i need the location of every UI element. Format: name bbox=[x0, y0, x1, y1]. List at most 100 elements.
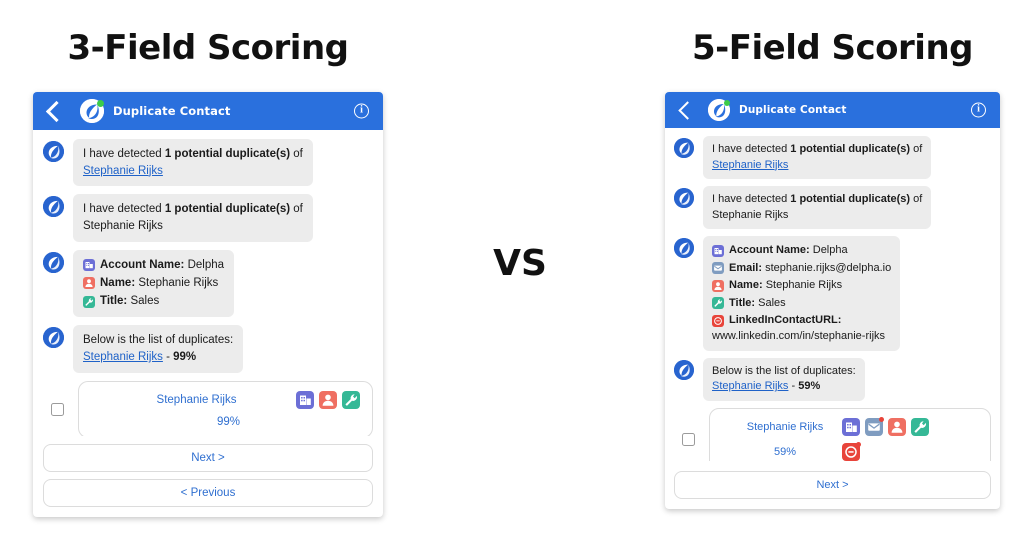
navigation-buttons: Next > bbox=[665, 461, 1000, 509]
field-value: Delpha bbox=[812, 244, 848, 257]
bot-avatar-icon bbox=[674, 138, 694, 158]
linkedin-icon bbox=[712, 314, 724, 327]
field-badges-secondary bbox=[842, 441, 861, 461]
name-icon bbox=[888, 417, 906, 436]
duplicate-link[interactable]: Stephanie Rijks bbox=[83, 351, 163, 363]
navigation-buttons: Next > < Previous bbox=[33, 436, 383, 517]
field-row: Title: Sales bbox=[712, 295, 891, 312]
duplicate-card-name[interactable]: Stephanie Rijks bbox=[91, 394, 296, 406]
chat-message: I have detected 1 potential duplicate(s)… bbox=[674, 136, 991, 180]
contact-link[interactable]: Stephanie Rijks bbox=[83, 165, 163, 177]
field-label: Account Name: bbox=[100, 258, 185, 271]
message-bold: 1 potential duplicate(s) bbox=[164, 148, 291, 160]
duplicate-card[interactable]: Stephanie Rijks bbox=[709, 407, 991, 461]
field-value: Stephanie Rijks bbox=[765, 279, 843, 292]
title-icon bbox=[712, 297, 724, 310]
field-value: Delpha bbox=[187, 258, 225, 271]
info-icon[interactable]: i bbox=[971, 102, 986, 118]
field-label: LinkedInContactURL: bbox=[729, 314, 842, 327]
contact-name-text: Stephanie Rijks bbox=[712, 208, 789, 221]
duplicates-list-bubble: Below is the list of duplicates: Stephan… bbox=[73, 325, 244, 373]
page-title-left: 3-Field Scoring bbox=[67, 28, 349, 68]
chat-message: I have detected 1 potential duplicate(s)… bbox=[43, 139, 373, 187]
field-summary-bubble: Account Name: Delpha Email: stephanie.ri… bbox=[703, 236, 901, 351]
message-prefix: I have detected bbox=[83, 148, 165, 160]
linkedin-url-value: www.linkedin.com/in/stephanie-rijks bbox=[712, 329, 886, 342]
next-button[interactable]: Next > bbox=[674, 471, 991, 499]
separator: - bbox=[788, 380, 799, 393]
field-label: Title: bbox=[729, 296, 756, 309]
linkedin-icon bbox=[842, 441, 861, 461]
status-dot bbox=[97, 100, 104, 107]
title-icon bbox=[83, 295, 95, 308]
contact-name-text: Stephanie Rijks bbox=[83, 220, 163, 233]
chat-transcript: I have detected 1 potential duplicate(s)… bbox=[33, 130, 383, 436]
notification-dot bbox=[879, 416, 884, 422]
duplicate-result-row: Stephanie Rijks bbox=[43, 380, 373, 436]
field-label: Name: bbox=[729, 279, 763, 292]
previous-button[interactable]: < Previous bbox=[43, 479, 373, 507]
status-dot bbox=[724, 100, 730, 106]
account-icon bbox=[842, 417, 860, 436]
field-row: Title: Sales bbox=[83, 293, 224, 310]
chat-message: Below is the list of duplicates: Stephan… bbox=[43, 325, 373, 373]
message-bubble: I have detected 1 potential duplicate(s)… bbox=[703, 186, 932, 230]
title-icon bbox=[342, 390, 360, 409]
message-bubble: I have detected 1 potential duplicate(s)… bbox=[73, 139, 313, 187]
page-title-right: 5-Field Scoring bbox=[691, 28, 974, 68]
select-duplicate-checkbox[interactable] bbox=[51, 402, 64, 416]
duplicate-card-score: 59% bbox=[773, 445, 797, 458]
panel-five-field-scoring: Duplicate Contact i I have detected 1 po… bbox=[665, 92, 1000, 509]
duplicate-card-name[interactable]: Stephanie Rijks bbox=[722, 421, 842, 433]
title-icon bbox=[911, 417, 929, 436]
message-suffix: of bbox=[290, 203, 303, 216]
chat-transcript: I have detected 1 potential duplicate(s)… bbox=[665, 128, 1000, 461]
field-label: Email: bbox=[729, 261, 763, 274]
chat-message: I have detected 1 potential duplicate(s)… bbox=[674, 186, 991, 230]
field-row: Name: Stephanie Rijks bbox=[712, 277, 891, 294]
chat-message: Account Name: Delpha Email: stephanie.ri… bbox=[674, 236, 991, 351]
name-icon bbox=[83, 277, 95, 290]
app-title: Duplicate Contact bbox=[113, 104, 231, 118]
field-row: LinkedInContactURL: bbox=[712, 312, 891, 329]
message-bold: 1 potential duplicate(s) bbox=[164, 203, 291, 216]
field-row: Email: stephanie.rijks@delpha.io bbox=[712, 260, 891, 277]
message-prefix: I have detected bbox=[712, 143, 791, 155]
name-icon bbox=[319, 390, 337, 409]
chat-message: Below is the list of duplicates: Stephan… bbox=[674, 357, 991, 401]
field-label: Title: bbox=[100, 295, 128, 308]
app-title: Duplicate Contact bbox=[739, 104, 847, 116]
field-row: Account Name: Delpha bbox=[83, 257, 224, 274]
duplicate-result-row: Stephanie Rijks bbox=[674, 407, 991, 461]
field-badges bbox=[842, 416, 929, 436]
next-button[interactable]: Next > bbox=[43, 444, 373, 472]
contact-link[interactable]: Stephanie Rijks bbox=[712, 159, 788, 171]
info-icon[interactable]: i bbox=[354, 103, 369, 119]
field-value: stephanie.rijks@delpha.io bbox=[765, 261, 892, 274]
select-duplicate-checkbox[interactable] bbox=[682, 432, 695, 446]
back-chevron-icon[interactable] bbox=[45, 100, 68, 122]
message-suffix: of bbox=[910, 143, 923, 155]
match-score: 99% bbox=[173, 351, 197, 364]
bot-avatar-icon bbox=[43, 196, 64, 218]
vs-label: VS bbox=[493, 243, 547, 284]
email-icon bbox=[865, 416, 884, 436]
field-value: Sales bbox=[130, 295, 160, 308]
email-icon bbox=[712, 262, 724, 275]
message-suffix: of bbox=[290, 148, 303, 160]
duplicate-link[interactable]: Stephanie Rijks bbox=[712, 380, 788, 392]
duplicates-heading: Below is the list of duplicates: bbox=[712, 364, 856, 377]
field-value: Sales bbox=[758, 296, 786, 309]
duplicate-card[interactable]: Stephanie Rijks bbox=[78, 380, 373, 436]
bot-avatar-icon bbox=[674, 188, 694, 209]
chat-message: Account Name: Delpha Name: Stephanie Rij… bbox=[43, 249, 373, 318]
message-bold: 1 potential duplicate(s) bbox=[790, 143, 911, 155]
panel-three-field-scoring: Duplicate Contact i I have detected 1 po… bbox=[33, 92, 383, 517]
field-row: Account Name: Delpha bbox=[712, 242, 891, 259]
field-summary-bubble: Account Name: Delpha Name: Stephanie Rij… bbox=[73, 249, 235, 318]
message-bubble: I have detected 1 potential duplicate(s)… bbox=[73, 194, 313, 242]
duplicate-card-score: 99% bbox=[216, 415, 241, 428]
back-chevron-icon[interactable] bbox=[678, 100, 697, 120]
separator: - bbox=[162, 351, 174, 364]
account-icon bbox=[712, 244, 724, 257]
